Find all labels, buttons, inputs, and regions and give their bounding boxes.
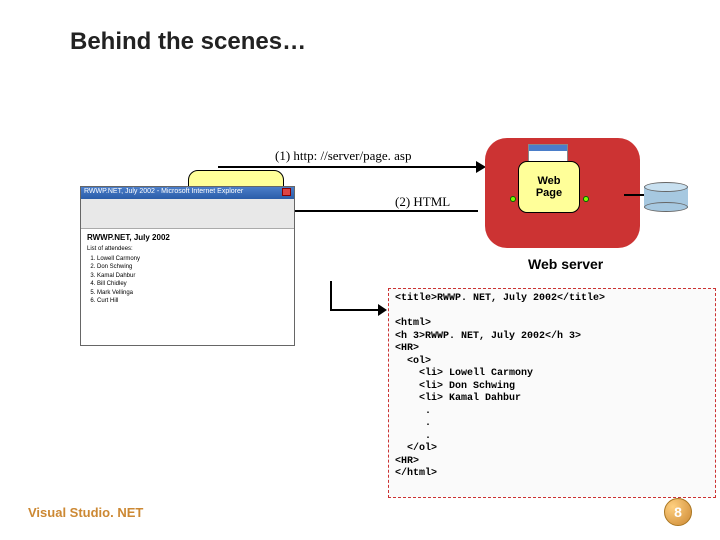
browser-list-caption: List of attendees: xyxy=(87,246,288,252)
node-handle-icon xyxy=(510,196,516,202)
code-line: <ol> xyxy=(395,356,431,367)
db-connector xyxy=(624,194,646,196)
webpage-label-line1: Web xyxy=(537,175,560,187)
close-icon xyxy=(282,188,291,196)
browser-titlebar: RWWP.NET, July 2002 - Microsoft Internet… xyxy=(81,187,294,199)
browser-attendee-list: Lowell Carmony Don Schwing Kamal Dahbur … xyxy=(87,255,288,305)
list-item: Lowell Carmony xyxy=(97,255,288,263)
list-item: Kamal Dahbur xyxy=(97,272,288,280)
code-line: <HR> xyxy=(395,456,419,467)
code-line: </ol> xyxy=(395,443,437,454)
code-line: </html> xyxy=(395,468,437,479)
request-arrow xyxy=(218,166,478,168)
list-item: Curt Hill xyxy=(97,297,288,305)
code-line: . xyxy=(395,418,431,429)
code-line: <li> Lowell Carmony xyxy=(395,368,533,379)
code-line: . xyxy=(395,431,431,442)
page-number-badge: 8 xyxy=(664,498,692,526)
node-handle-icon xyxy=(583,196,589,202)
webserver-label: Web server xyxy=(528,256,603,272)
code-line: <h 3>RWWP. NET, July 2002</h 3> xyxy=(395,331,581,342)
webpage-label-line2: Page xyxy=(536,187,562,199)
browser-toolbar xyxy=(81,199,294,229)
code-arrow-h xyxy=(330,309,380,311)
list-item: Don Schwing xyxy=(97,263,288,271)
database-icon xyxy=(644,182,688,212)
code-arrow-v xyxy=(330,281,332,309)
webpage-node: Web Page xyxy=(518,161,580,213)
html-code-box: <title>RWWP. NET, July 2002</title> <htm… xyxy=(388,288,716,498)
response-arrow-label: (2) HTML xyxy=(395,194,450,210)
slide-title: Behind the scenes… xyxy=(70,28,670,56)
list-item: Mark Vellinga xyxy=(97,289,288,297)
list-item: Bill Chidley xyxy=(97,280,288,288)
browser-screenshot: RWWP.NET, July 2002 - Microsoft Internet… xyxy=(80,186,295,346)
code-arrow-head xyxy=(378,304,387,316)
browser-window-title: RWWP.NET, July 2002 - Microsoft Internet… xyxy=(84,188,243,198)
code-line: . xyxy=(395,406,431,417)
code-line: <html> xyxy=(395,318,431,329)
request-arrow-label: (1) http: //server/page. asp xyxy=(275,148,411,164)
code-line: <title>RWWP. NET, July 2002</title> xyxy=(395,293,605,304)
code-line: <HR> xyxy=(395,343,419,354)
diagram-area: (1) http: //server/page. asp (2) HTML Br… xyxy=(50,66,670,486)
browser-page-heading: RWWP.NET, July 2002 xyxy=(87,233,288,242)
code-line: <li> Don Schwing xyxy=(395,381,515,392)
footer-text: Visual Studio. NET xyxy=(28,505,143,520)
code-line: <li> Kamal Dahbur xyxy=(395,393,521,404)
